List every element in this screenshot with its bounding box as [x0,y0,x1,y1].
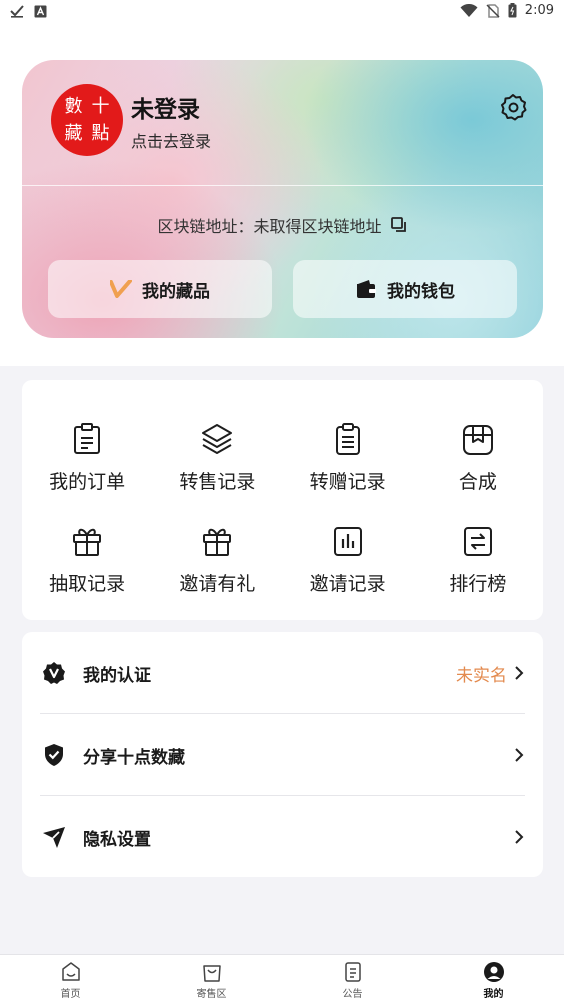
tab-notice[interactable]: 公告 [282,955,423,1002]
menu-item-label: 转赠记录 [309,471,386,493]
chevron-right-icon [515,830,524,844]
tab-home[interactable]: 首页 [0,955,141,1002]
my-wallet-label: 我的钱包 [387,281,455,302]
verification-row[interactable]: 我的认证 未实名 [40,632,525,714]
verified-badge-icon [43,662,65,684]
avatar-char: 十 [91,96,110,117]
ranking-icon [463,527,492,556]
tab-label: 寄售区 [196,989,227,1000]
menu-item-label: 合成 [458,471,497,493]
verification-label: 我的认证 [83,665,151,686]
my-collection-label: 我的藏品 [142,281,210,302]
avatar-char: 點 [91,123,110,144]
status-time: 2:09 [524,3,554,18]
avatar[interactable]: 數 十 藏 點 [51,84,123,156]
menu-item-ranking[interactable]: 排行榜 [413,524,543,596]
layers-icon [202,424,233,454]
tab-label: 首页 [60,989,81,1000]
menu-item-transfer[interactable]: 转赠记录 [283,422,413,494]
menu-item-resale[interactable]: 转售记录 [152,422,282,494]
tab-label: 公告 [342,989,363,1000]
chevron-right-icon [515,666,524,680]
share-row[interactable]: 分享十点数藏 [40,714,525,796]
send-icon [43,827,65,848]
avatar-char: 數 [64,96,83,117]
clipboard-icon [335,423,360,455]
gift-icon [203,528,232,556]
my-wallet-button[interactable]: 我的钱包 [293,260,517,318]
menu-item-compose[interactable]: 合成 [413,422,543,494]
verification-status: 未实名 [456,665,507,686]
privacy-label: 隐私设置 [83,829,151,850]
privacy-row[interactable]: 隐私设置 [40,796,525,878]
menu-item-label: 邀请记录 [309,573,386,595]
menu-grid-card: 我的订单 转售记录 转赠记录 合成 抽取记录 邀请有礼 邀请记录 排行榜 [22,380,543,620]
chevron-right-icon [515,748,524,762]
tab-profile[interactable]: 我的 [423,955,564,1002]
check-icon [10,5,24,18]
no-sim-icon [486,3,500,18]
wifi-icon [460,3,478,17]
chart-icon [333,527,362,556]
chain-address-row: 区块链地址：未取得区块链地址 [22,213,543,237]
tab-label: 我的 [483,989,504,1000]
menu-item-label: 排行榜 [449,573,507,595]
gear-icon[interactable] [498,92,528,122]
menu-item-invite-records[interactable]: 邀请记录 [283,524,413,596]
card-divider [22,185,543,186]
compose-icon [462,425,493,455]
shield-check-icon [45,744,63,766]
copy-icon[interactable] [390,216,408,234]
home-icon [61,962,80,981]
wallet-icon [357,280,376,298]
profile-icon [483,962,504,982]
menu-item-orders[interactable]: 我的订单 [22,422,152,494]
avatar-char: 藏 [64,123,83,144]
menu-item-draw-records[interactable]: 抽取记录 [22,524,152,596]
menu-item-label: 转售记录 [179,471,256,493]
gift-icon [73,528,102,556]
bottom-tab-bar: 首页 寄售区 公告 我的 [0,954,564,1002]
settings-list-card: 我的认证 未实名 分享十点数藏 隐私设置 [22,632,543,877]
my-collection-button[interactable]: 我的藏品 [48,260,272,318]
tab-consignment[interactable]: 寄售区 [141,955,282,1002]
battery-icon [508,3,517,18]
menu-item-label: 邀请有礼 [179,573,256,595]
font-a-icon [34,5,47,17]
profile-card: 數 十 藏 點 未登录 点击去登录 区块链地址：未取得区块链地址 我的藏品 我的… [22,60,543,338]
login-hint[interactable]: 点击去登录 [131,128,211,152]
menu-item-label: 抽取记录 [49,573,126,595]
menu-item-label: 我的订单 [49,471,126,493]
user-name[interactable]: 未登录 [131,90,200,124]
order-icon [74,423,101,454]
menu-item-invite-gift[interactable]: 邀请有礼 [152,524,282,596]
v-logo-icon [110,280,132,298]
bag-icon [202,965,221,982]
chain-address-text: 区块链地址：未取得区块链地址 [157,217,382,236]
status-bar: 2:09 [0,0,564,26]
share-label: 分享十点数藏 [83,747,185,768]
notice-icon [344,962,361,982]
